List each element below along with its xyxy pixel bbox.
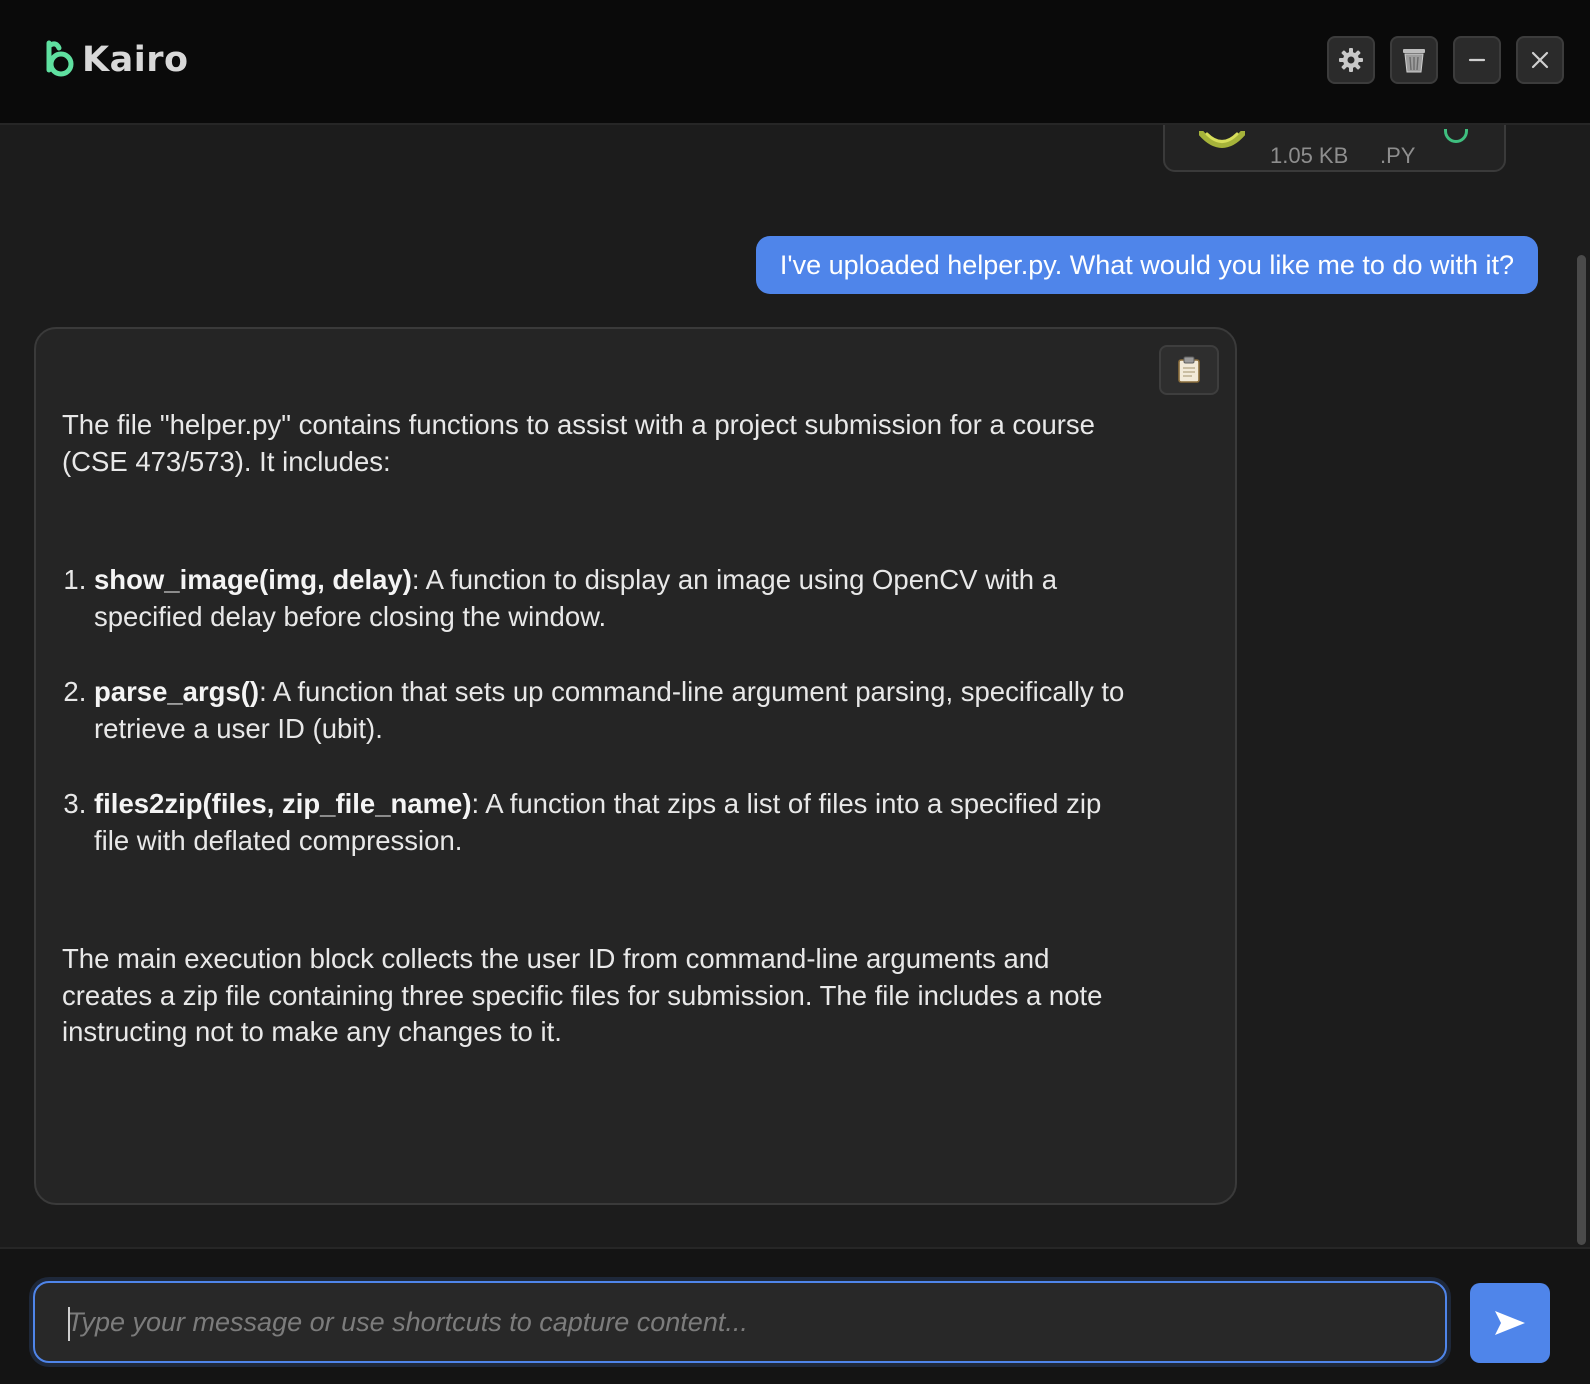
minimize-icon <box>1468 58 1486 62</box>
chat-area[interactable]: 1.05 KB .PY I've uploaded helper.py. Wha… <box>0 125 1590 1247</box>
file-extension: .PY <box>1380 143 1416 168</box>
close-icon <box>1531 51 1549 69</box>
send-icon <box>1495 1311 1525 1335</box>
app-name: Kairo <box>82 40 189 80</box>
message-input[interactable] <box>35 1283 1445 1361</box>
assistant-message-body: The file "helper.py" contains functions … <box>62 407 1142 1051</box>
user-message: I've uploaded helper.py. What would you … <box>755 236 1538 294</box>
kairo-logo-icon <box>46 40 74 77</box>
settings-button[interactable] <box>1327 36 1375 84</box>
send-button[interactable] <box>1470 1283 1550 1363</box>
gear-icon <box>1339 48 1363 72</box>
trash-icon <box>1403 49 1425 73</box>
list-item: parse_args(): A function that sets up co… <box>94 674 1142 747</box>
chat-scrollbar[interactable] <box>1577 255 1586 1245</box>
function-name: show_image(img, delay) <box>94 564 412 595</box>
file-size: 1.05 KB <box>1270 143 1349 168</box>
file-attachment-card[interactable]: 1.05 KB .PY <box>1163 125 1506 172</box>
text-caret <box>68 1307 70 1341</box>
function-name: parse_args() <box>94 676 260 707</box>
composer-bar <box>0 1247 1590 1384</box>
assistant-message: The file "helper.py" contains functions … <box>34 327 1237 1205</box>
copy-button[interactable] <box>1159 345 1219 395</box>
app-header: Kairo <box>0 0 1590 125</box>
clipboard-icon <box>1178 356 1200 383</box>
upload-status-icon <box>1444 129 1468 143</box>
list-item: show_image(img, delay): A function to di… <box>94 562 1142 635</box>
clear-chat-button[interactable] <box>1390 36 1438 84</box>
assistant-intro: The file "helper.py" contains functions … <box>62 409 1095 477</box>
assistant-outro: The main execution block collects the us… <box>62 943 1103 1047</box>
close-button[interactable] <box>1516 36 1564 84</box>
list-item: files2zip(files, zip_file_name): A funct… <box>94 786 1142 859</box>
message-input-wrapper[interactable] <box>33 1281 1447 1363</box>
function-name: files2zip(files, zip_file_name) <box>94 788 472 819</box>
python-file-icon <box>1199 131 1245 148</box>
minimize-button[interactable] <box>1453 36 1501 84</box>
function-list: show_image(img, delay): A function to di… <box>62 562 1142 859</box>
app-logo: Kairo <box>44 40 189 80</box>
